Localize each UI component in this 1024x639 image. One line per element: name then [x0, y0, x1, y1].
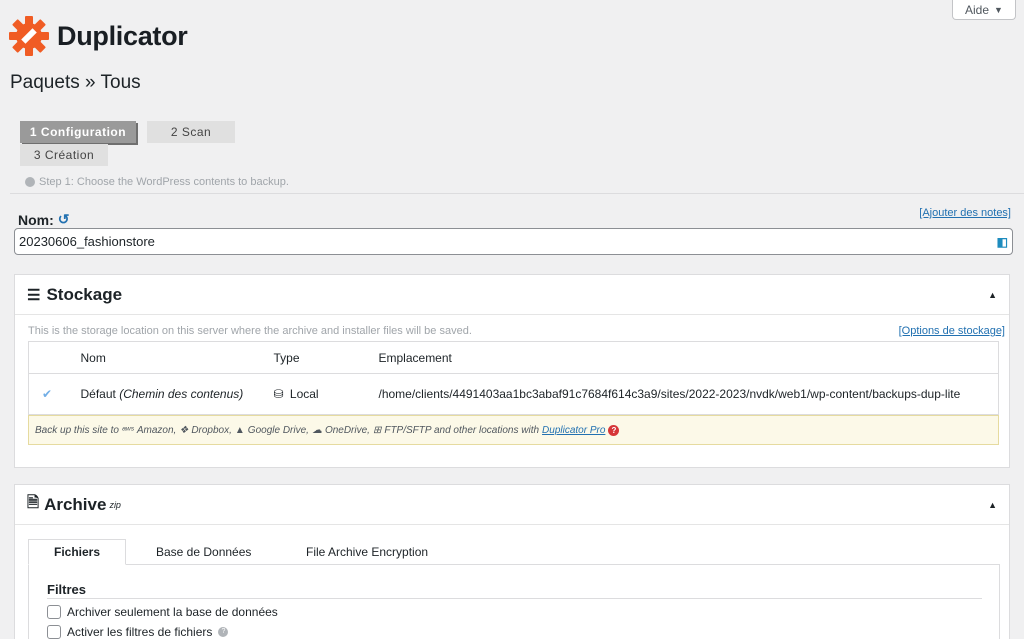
file-filters-checkbox[interactable]: [47, 625, 61, 639]
db-only-option[interactable]: Archiver seulement la base de données: [47, 605, 278, 619]
duplicator-logo: Duplicator: [7, 14, 188, 58]
col-emplacement: Emplacement: [378, 350, 452, 365]
col-type: Type: [273, 350, 300, 365]
storage-type-cell: ⛁ Local: [274, 374, 379, 415]
archive-file-icon: 🗎: [27, 494, 40, 511]
storage-type: Local: [289, 387, 319, 401]
archive-title: Archive: [44, 494, 107, 514]
storage-name-note: (Chemin des contenus): [119, 387, 244, 401]
hard-drive-icon: ⛁: [273, 387, 284, 401]
step-creation[interactable]: 3 Création: [20, 144, 108, 166]
tab-base-de-donnees[interactable]: Base de Données: [156, 539, 306, 565]
pro-promo-notice: Back up this site to ᵃʷˢ Amazon, ❖ Dropbox…: [28, 415, 999, 445]
db-only-checkbox[interactable]: [47, 605, 61, 619]
duplicator-pro-link[interactable]: Duplicator Pro: [542, 425, 605, 436]
filters-title: Filtres: [47, 582, 87, 597]
archive-format: zip: [109, 499, 121, 510]
package-name-input[interactable]: 20230606_fashionstore ◧: [14, 228, 1013, 255]
google-drive-icon: ▲: [234, 424, 245, 436]
storage-name-cell: Défaut (Chemin des contenus): [81, 374, 274, 415]
storage-server-icon: ☰: [27, 286, 41, 304]
help-icon[interactable]: ?: [608, 424, 620, 436]
name-label-text: Nom:: [18, 211, 54, 228]
collapse-icon[interactable]: ▲: [988, 500, 997, 510]
storage-name: Défaut: [80, 387, 116, 401]
storage-panel: ☰ Stockage ▲ This is the storage locatio…: [14, 274, 1010, 468]
file-filters-option[interactable]: Activer les filtres de fichiers ?: [47, 625, 229, 639]
name-format-icon[interactable]: ◧: [997, 235, 1008, 249]
storage-title: Stockage: [46, 284, 123, 304]
files-tab-content: Filtres Archiver seulement la base de do…: [28, 564, 1000, 639]
page-title: Paquets » Tous: [10, 72, 141, 93]
reset-name-icon[interactable]: ↺: [58, 211, 70, 228]
cloud-icon: ☁: [311, 424, 322, 436]
duplicator-gear-icon: [9, 16, 49, 56]
file-filters-label: Activer les filtres de fichiers: [67, 625, 213, 639]
dropbox-icon: ❖: [179, 424, 189, 436]
brand-name: Duplicator: [57, 20, 188, 51]
db-only-label: Archiver seulement la base de données: [67, 605, 278, 619]
step-hint: Step 1: Choose the WordPress contents to…: [25, 176, 289, 188]
caret-down-icon: ▼: [994, 4, 1003, 15]
step-hint-text: Step 1: Choose the WordPress contents to…: [39, 176, 289, 188]
tab-fichiers[interactable]: Fichiers: [28, 539, 126, 565]
table-row[interactable]: ✔ Défaut (Chemin des contenus) ⛁ Local /…: [28, 373, 999, 415]
storage-options-link[interactable]: [Options de stockage]: [899, 325, 1005, 337]
divider: [47, 598, 982, 599]
help-icon[interactable]: ?: [218, 627, 229, 637]
wordpress-icon: [25, 177, 35, 187]
add-notes-link[interactable]: [Ajouter des notes]: [919, 207, 1011, 219]
table-header-row: Nom Type Emplacement: [28, 341, 999, 374]
archive-panel: 🗎 Archive zip ▲ Fichiers Base de Données…: [14, 484, 1010, 639]
step-configuration[interactable]: 1 Configuration: [20, 121, 136, 143]
check-icon[interactable]: ✔: [42, 387, 52, 401]
step-scan[interactable]: 2 Scan: [147, 121, 235, 143]
storage-location: /home/clients/4491403aa1bc3abaf91c7684f6…: [378, 387, 961, 401]
storage-header[interactable]: ☰ Stockage ▲: [15, 275, 1009, 315]
help-tab[interactable]: Aide ▼: [952, 0, 1016, 20]
col-nom: Nom: [80, 350, 106, 365]
divider: [10, 193, 1024, 194]
storage-table: Nom Type Emplacement ✔ Défaut (Chemin de…: [28, 341, 999, 415]
archive-tabs: Fichiers Base de Données File Archive En…: [28, 539, 436, 565]
collapse-icon[interactable]: ▲: [988, 290, 997, 300]
tab-file-archive-encryption[interactable]: File Archive Encryption: [306, 539, 436, 565]
amazon-icon: ᵃʷˢ: [121, 424, 134, 436]
name-label: Nom: ↺: [18, 211, 70, 228]
package-name-value: 20230606_fashionstore: [19, 234, 155, 249]
help-label: Aide: [965, 2, 990, 17]
network-icon: ⊞: [372, 424, 382, 436]
storage-description: This is the storage location on this ser…: [28, 325, 472, 337]
archive-header[interactable]: 🗎 Archive zip ▲: [15, 485, 1009, 525]
